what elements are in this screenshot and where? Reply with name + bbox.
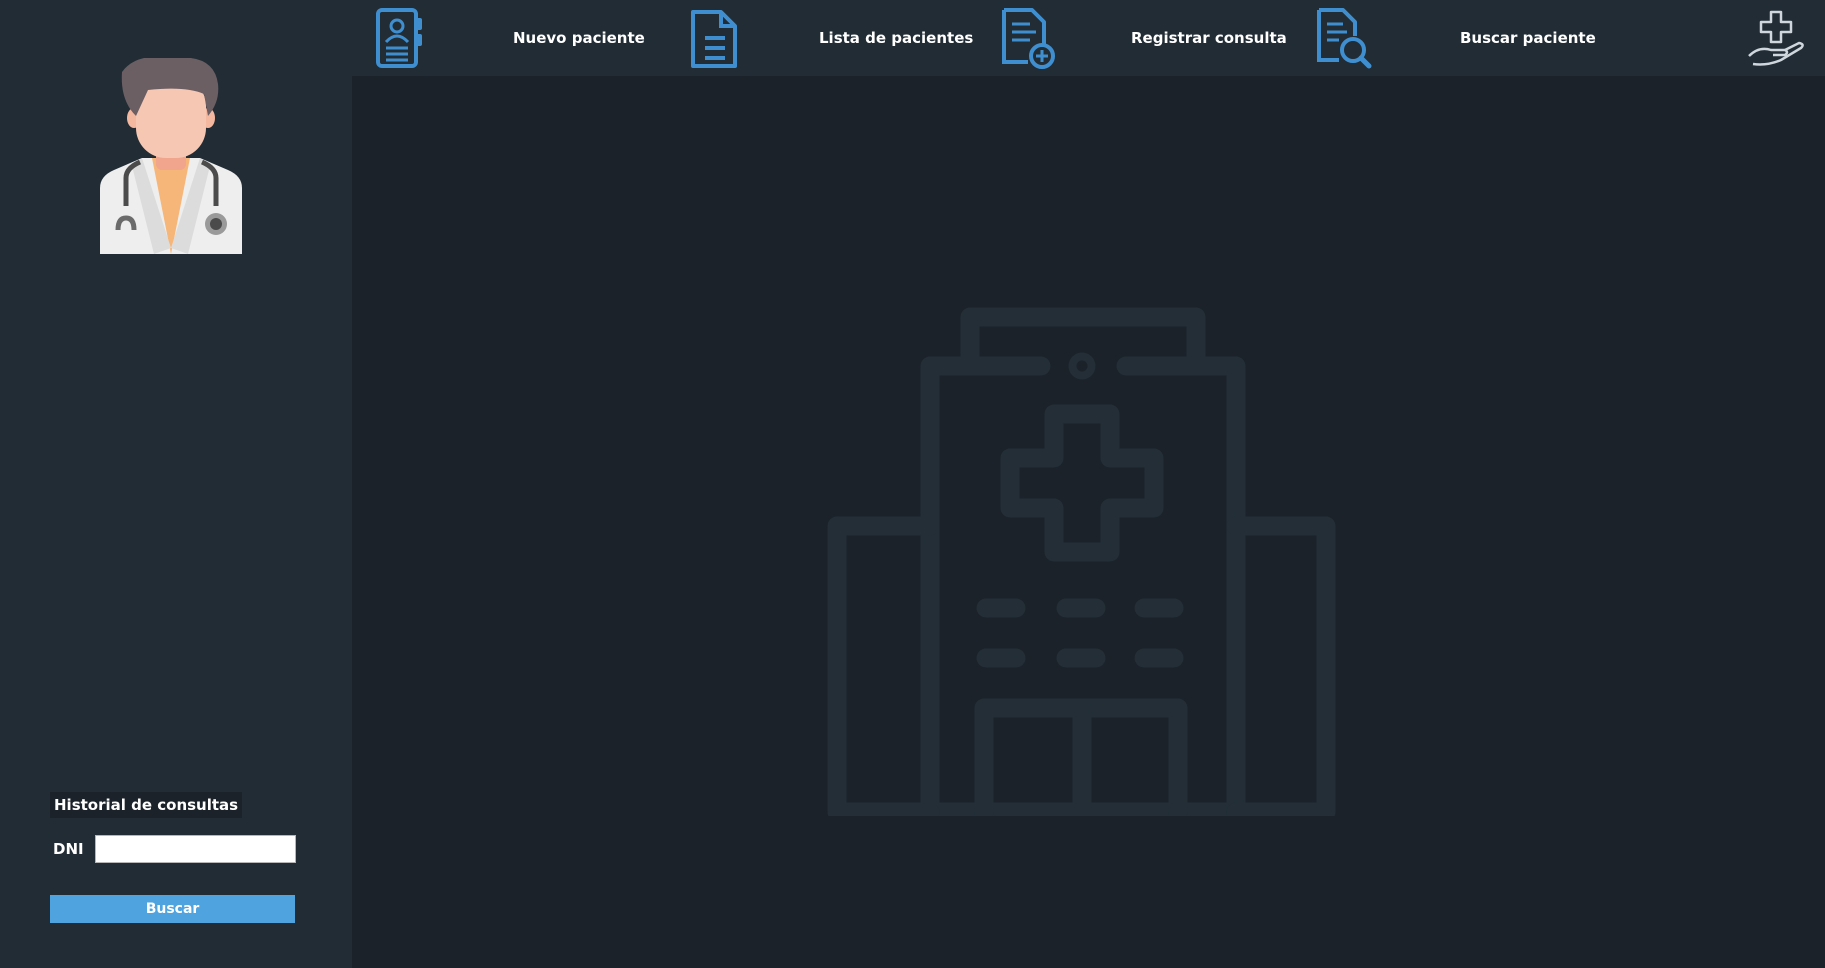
medical-care-hand-icon [1748, 10, 1804, 66]
hospital-building-icon [827, 307, 1336, 816]
search-document-icon[interactable] [1313, 6, 1375, 70]
nav-new-patient[interactable]: Nuevo paciente [513, 26, 645, 50]
doctor-avatar-icon [100, 58, 242, 254]
history-title: Historial de consultas [50, 792, 243, 818]
nav-search-patient[interactable]: Buscar paciente [1460, 26, 1596, 50]
sidebar: Historial de consultas DNI Buscar [0, 0, 352, 968]
dni-input[interactable] [95, 835, 296, 863]
patient-record-icon[interactable] [368, 6, 430, 70]
add-consultation-icon[interactable] [998, 6, 1060, 70]
dni-label: DNI [53, 840, 84, 858]
document-list-icon[interactable] [683, 6, 745, 70]
nav-register-consultation[interactable]: Registrar consulta [1131, 26, 1287, 50]
search-button[interactable]: Buscar [50, 895, 295, 923]
nav-patient-list[interactable]: Lista de pacientes [819, 26, 973, 50]
